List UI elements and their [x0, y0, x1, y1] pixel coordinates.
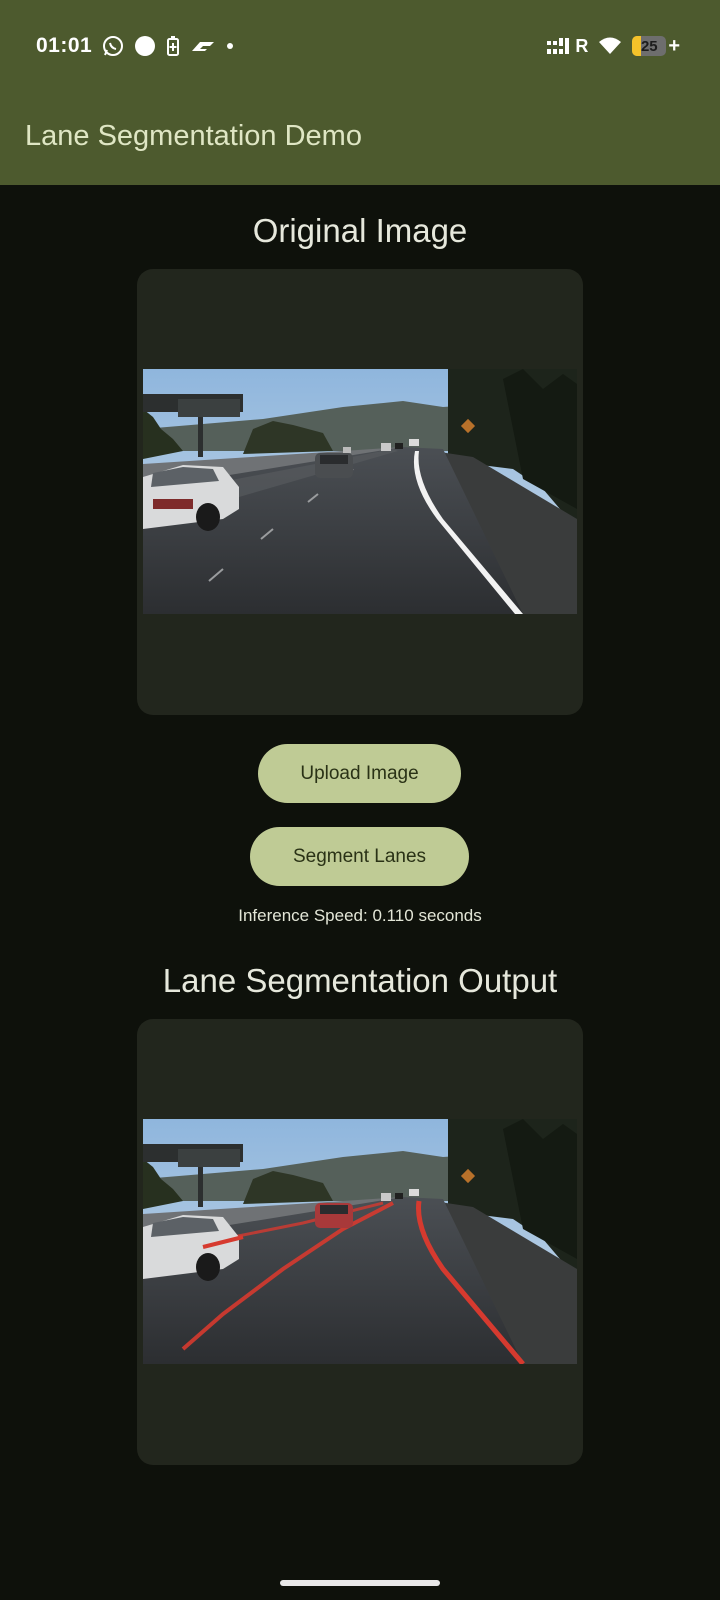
- output-heading: Lane Segmentation Output: [162, 962, 558, 999]
- charging-plus: +: [668, 34, 680, 57]
- inference-speed-text: Inference Speed: 0.110 seconds: [238, 906, 482, 925]
- output-image-card: [137, 1019, 583, 1465]
- status-time: 01:01: [36, 34, 93, 57]
- circle-icon: [134, 35, 156, 57]
- app-title: Lane Segmentation Demo: [25, 120, 362, 152]
- battery-icon: 25 +: [632, 35, 680, 58]
- segment-lanes-button[interactable]: Segment Lanes: [250, 827, 469, 886]
- f1-icon: [190, 38, 216, 54]
- status-icons-right: R 25 +: [547, 34, 680, 58]
- output-road-photo: [143, 1119, 577, 1364]
- battery-saver-icon: [166, 35, 180, 57]
- wifi-icon: [598, 36, 622, 56]
- dot-icon: [226, 42, 234, 50]
- original-image-card: [137, 269, 583, 715]
- battery-level: 25: [640, 37, 658, 55]
- original-road-photo: [143, 369, 577, 614]
- status-icons-left: [102, 34, 234, 58]
- upload-image-button[interactable]: Upload Image: [258, 744, 461, 803]
- status-bar: 01:01 R 25 +: [0, 0, 720, 86]
- home-indicator[interactable]: [280, 1580, 440, 1586]
- original-image-heading: Original Image: [252, 212, 468, 249]
- app-bar: Lane Segmentation Demo: [0, 86, 720, 185]
- whatsapp-icon: [102, 35, 124, 57]
- signal-icon: R: [547, 36, 588, 57]
- signal-label: R: [575, 35, 589, 56]
